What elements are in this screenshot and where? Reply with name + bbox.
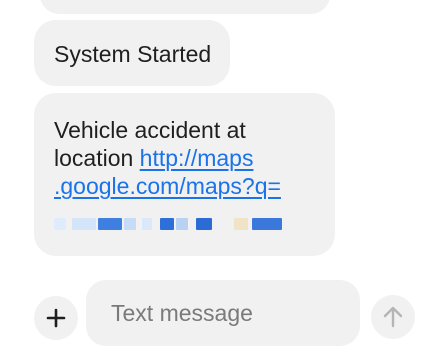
message-bubble: Vehicle accident at location http://maps… (34, 93, 335, 256)
compose-bar (0, 278, 428, 346)
redaction-block (124, 218, 136, 230)
redaction-block (54, 218, 66, 230)
message-input[interactable] (111, 299, 341, 327)
redaction-block (252, 218, 282, 230)
message-input-container[interactable] (86, 280, 360, 346)
arrow-up-icon (383, 306, 403, 328)
redaction-block (234, 218, 248, 230)
message-link-line: .google.com/maps?q= (54, 172, 335, 200)
message-bubble: System Started (34, 20, 230, 86)
redacted-coordinates (54, 218, 284, 232)
redaction-block (160, 218, 174, 230)
message-text: Vehicle accident at (54, 117, 246, 143)
maps-link-continued[interactable]: .google.com/maps?q= (54, 173, 281, 199)
maps-link[interactable]: http://maps (140, 145, 254, 171)
redaction-block (98, 218, 122, 230)
message-text: System Started (54, 41, 212, 67)
send-button[interactable] (371, 295, 415, 339)
add-attachment-button[interactable] (34, 296, 78, 340)
message-text-line: location http://maps (54, 144, 335, 172)
redaction-block (196, 218, 212, 230)
redaction-block (176, 218, 188, 230)
plus-icon (46, 308, 66, 328)
message-text: location (54, 145, 140, 171)
redaction-block (142, 218, 152, 230)
previous-message-bubble (40, 0, 330, 14)
redaction-block (72, 218, 96, 230)
